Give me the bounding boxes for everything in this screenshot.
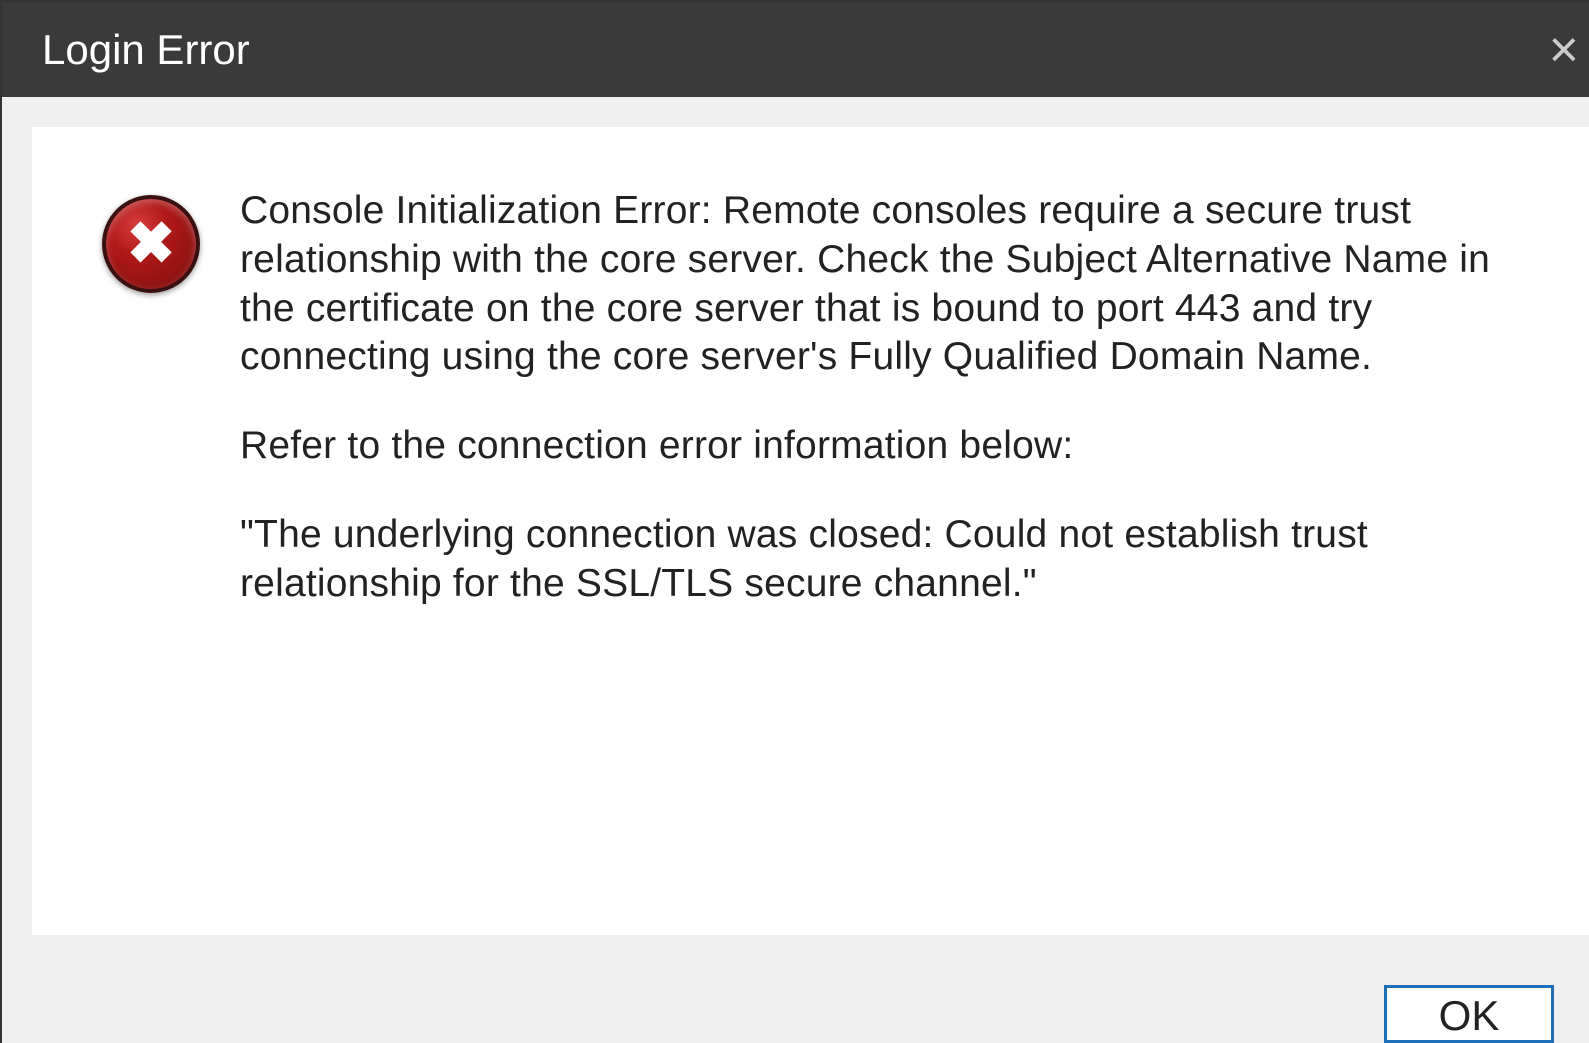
login-error-dialog: Login Error × ✖ Console Initialization E… — [0, 0, 1589, 1043]
message-text: Console Initialization Error: Remote con… — [240, 187, 1554, 885]
message-paragraph-3: "The underlying connection was closed: C… — [240, 511, 1554, 609]
x-icon: ✖ — [127, 215, 176, 273]
content-area: ✖ Console Initialization Error: Remote c… — [2, 97, 1589, 1043]
message-paragraph-2: Refer to the connection error informatio… — [240, 422, 1554, 471]
titlebar: Login Error × — [2, 2, 1589, 97]
error-icon: ✖ — [102, 187, 200, 885]
button-row: OK — [32, 985, 1589, 1043]
error-circle-icon: ✖ — [102, 195, 200, 293]
close-icon[interactable]: × — [1534, 24, 1589, 76]
message-paragraph-1: Console Initialization Error: Remote con… — [240, 187, 1554, 382]
dialog-title: Login Error — [42, 26, 250, 74]
ok-button[interactable]: OK — [1384, 985, 1554, 1043]
message-panel: ✖ Console Initialization Error: Remote c… — [32, 127, 1589, 935]
